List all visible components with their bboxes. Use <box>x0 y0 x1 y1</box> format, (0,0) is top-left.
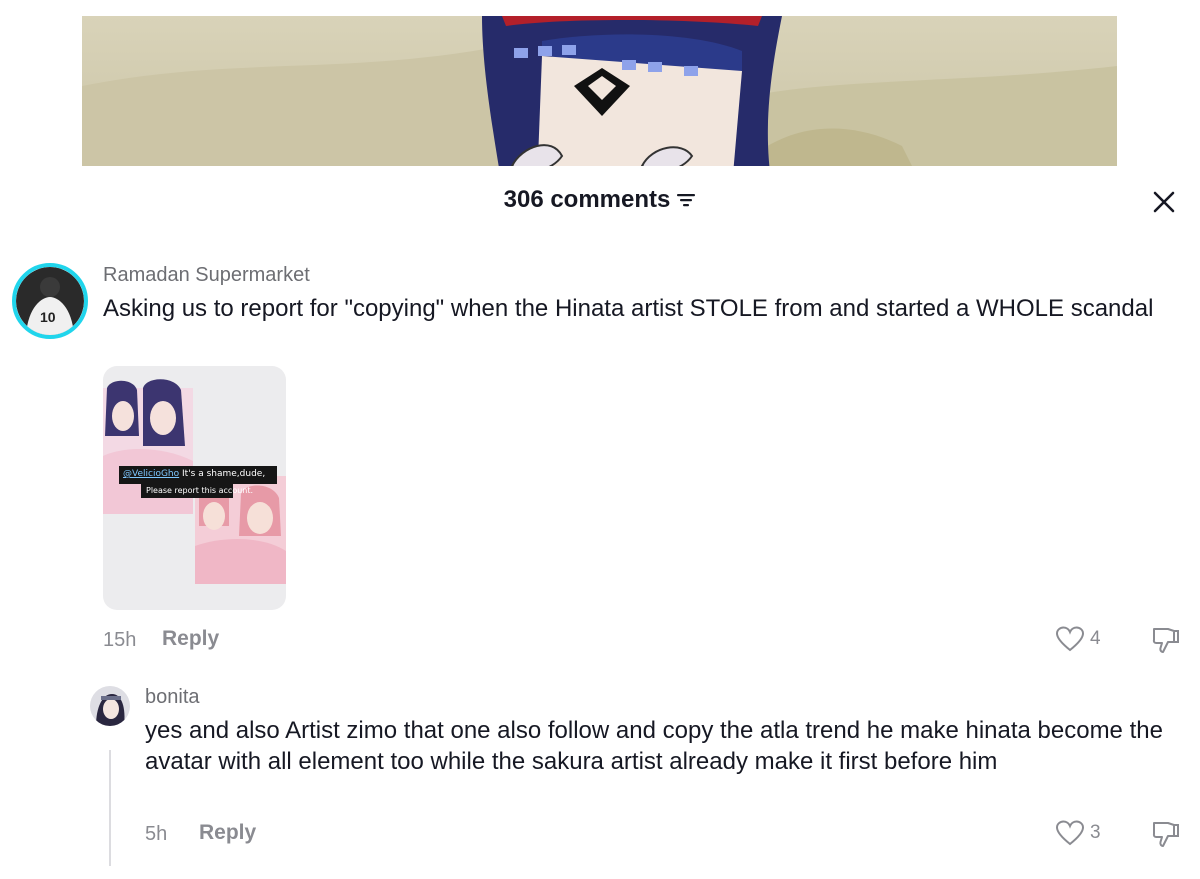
heart-icon <box>1056 626 1084 652</box>
attachment-caption: @VelicioGho It's a shame,dude, <box>123 469 265 479</box>
comment-username[interactable]: bonita <box>145 686 200 709</box>
like-count: 3 <box>1090 822 1101 843</box>
close-icon[interactable] <box>1150 188 1178 216</box>
comment-timestamp: 15h <box>103 629 137 651</box>
reply-thread-line <box>109 750 111 866</box>
like-button[interactable]: 4 <box>1056 626 1101 652</box>
heart-icon <box>1056 820 1084 846</box>
attachment-caption-handle: @VelicioGho <box>123 469 180 479</box>
video-frame-image <box>82 16 1117 186</box>
avatar-image <box>90 686 130 726</box>
like-button[interactable]: 3 <box>1056 820 1101 846</box>
comment-username[interactable]: Ramadan Supermarket <box>103 264 310 287</box>
comments-count-label: 306 comments <box>503 186 671 213</box>
avatar-image: 10 <box>16 267 84 335</box>
reply-button[interactable]: Reply <box>162 627 219 651</box>
comments-sheet: 306 comments 10 Ramadan Supermarket Aski… <box>0 166 1200 879</box>
comment-text: Asking us to report for "copying" when t… <box>103 295 1154 322</box>
avatar[interactable] <box>90 686 130 726</box>
comment-image-attachment[interactable]: @VelicioGho It's a shame,dude, Please re… <box>103 366 286 610</box>
comment-timestamp: 5h <box>145 823 168 845</box>
attachment-caption-line2: Please report this account. <box>146 486 254 495</box>
comments-header: 306 comments <box>0 186 1200 220</box>
video-background <box>82 16 1117 186</box>
attachment-caption-text: It's a shame,dude, <box>179 469 266 479</box>
thumbs-down-icon[interactable] <box>1150 625 1180 655</box>
svg-text:10: 10 <box>40 309 56 325</box>
thumbs-down-icon[interactable] <box>1150 819 1180 849</box>
like-count: 4 <box>1090 628 1101 649</box>
sort-icon[interactable] <box>676 192 696 208</box>
comment-text: yes and also Artist zimo that one also f… <box>145 717 1163 775</box>
reply-button[interactable]: Reply <box>199 821 256 845</box>
avatar[interactable]: 10 <box>12 263 88 339</box>
comments-count-title[interactable]: 306 comments <box>504 186 697 214</box>
